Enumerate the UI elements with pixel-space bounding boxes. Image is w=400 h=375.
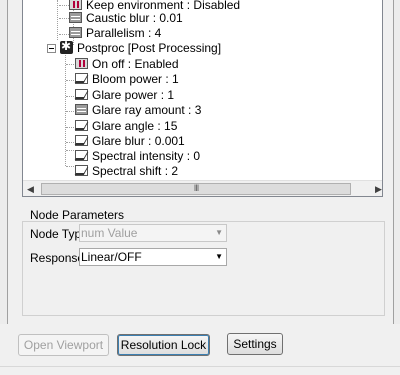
open-viewport-button[interactable]: Open Viewport [18, 334, 109, 356]
scroll-left-arrow-icon[interactable]: ◀ [27, 184, 34, 195]
number-icon [69, 12, 82, 23]
horizontal-scrollbar[interactable]: ◀ III ▶ [23, 180, 382, 196]
curve-icon [75, 150, 88, 161]
tree-guide-line [66, 96, 74, 97]
tree-guide-line [66, 127, 74, 128]
scroll-right-arrow-icon[interactable]: ▶ [375, 184, 382, 195]
node-parameters-title: Node Parameters [30, 208, 125, 222]
response-select[interactable]: Linear/OFF ▼ [79, 248, 227, 266]
tree-item-label: Glare power : 1 [92, 88, 175, 102]
node-type-value: num Value [81, 226, 138, 240]
tree-item-label: Spectral shift : 2 [92, 164, 179, 178]
tree-item-glare-angle[interactable]: Glare angle : 15 [75, 118, 177, 134]
tree-guide-line [66, 111, 74, 112]
scroll-grip: III [193, 183, 199, 193]
curve-icon [75, 165, 88, 176]
right-panel-edge [393, 0, 400, 324]
tree-item-label: Glare blur : 0.001 [92, 134, 185, 148]
toggle-icon [69, 0, 82, 10]
left-panel-edge [0, 0, 8, 324]
tree-item-label: On off : Enabled [92, 57, 179, 71]
tree-guide-line [66, 142, 74, 143]
tree-item-label: Glare ray amount : 3 [92, 103, 202, 117]
window-bottom-divider [0, 366, 400, 367]
chevron-down-icon[interactable]: ▼ [215, 249, 223, 265]
collapse-postproc-button[interactable] [47, 44, 56, 53]
tree-item-glare-ray-amount[interactable]: Glare ray amount : 3 [75, 102, 201, 118]
tree-item-postproc[interactable]: Postproc [Post Processing] [60, 38, 222, 56]
curve-icon [75, 120, 88, 131]
tree-item-label: Parallelism : 4 [86, 26, 162, 40]
tree-guide-line [66, 150, 74, 151]
tree-guide-line [66, 166, 74, 167]
tree-guide-line [59, 34, 69, 35]
tree-item-spectral-shift[interactable]: Spectral shift : 2 [75, 163, 178, 179]
tree-item-label: Postproc [Post Processing] [77, 41, 222, 55]
tree-guide-line [59, 5, 69, 6]
number-icon [69, 27, 82, 38]
chevron-down-icon: ▼ [215, 228, 223, 237]
asterisk-group-icon [60, 38, 73, 54]
settings-button[interactable]: Settings [227, 333, 283, 355]
tree-guide-line [59, 18, 69, 19]
tree-item-on-off[interactable]: On off : Enabled [75, 56, 179, 72]
curve-icon [75, 89, 88, 100]
tree-item-spectral-intensity[interactable]: Spectral intensity : 0 [75, 148, 200, 164]
tree-guide-line [66, 80, 74, 81]
tree-item-glare-blur[interactable]: Glare blur : 0.001 [75, 133, 185, 149]
tree-item-bloom-power[interactable]: Bloom power : 1 [75, 71, 179, 87]
number-icon [75, 104, 88, 115]
tree-item-label: Glare angle : 15 [92, 119, 178, 133]
curve-icon [75, 73, 88, 84]
tree-item-label: Caustic blur : 0.01 [86, 11, 183, 25]
node-inspector-window: Keep environment : Disabled Caustic blur… [0, 0, 400, 375]
resolution-lock-button[interactable]: Resolution Lock [117, 334, 210, 356]
node-type-select: num Value ▼ [79, 224, 227, 242]
curve-icon [75, 135, 88, 146]
toggle-icon [75, 58, 88, 69]
tree-item-parallelism[interactable]: Parallelism : 4 [69, 25, 161, 41]
tree-item-caustic-blur[interactable]: Caustic blur : 0.01 [69, 10, 183, 26]
tree-item-label: Bloom power : 1 [92, 72, 179, 86]
tree-guide-line [57, 0, 58, 40]
response-value: Linear/OFF [81, 250, 142, 264]
tree-guide-line [66, 64, 74, 65]
tree-item-glare-power[interactable]: Glare power : 1 [75, 87, 174, 103]
horizontal-scroll-thumb[interactable]: III [41, 183, 351, 195]
tree-item-label: Spectral intensity : 0 [92, 149, 201, 163]
node-tree-view[interactable]: Keep environment : Disabled Caustic blur… [22, 0, 383, 197]
